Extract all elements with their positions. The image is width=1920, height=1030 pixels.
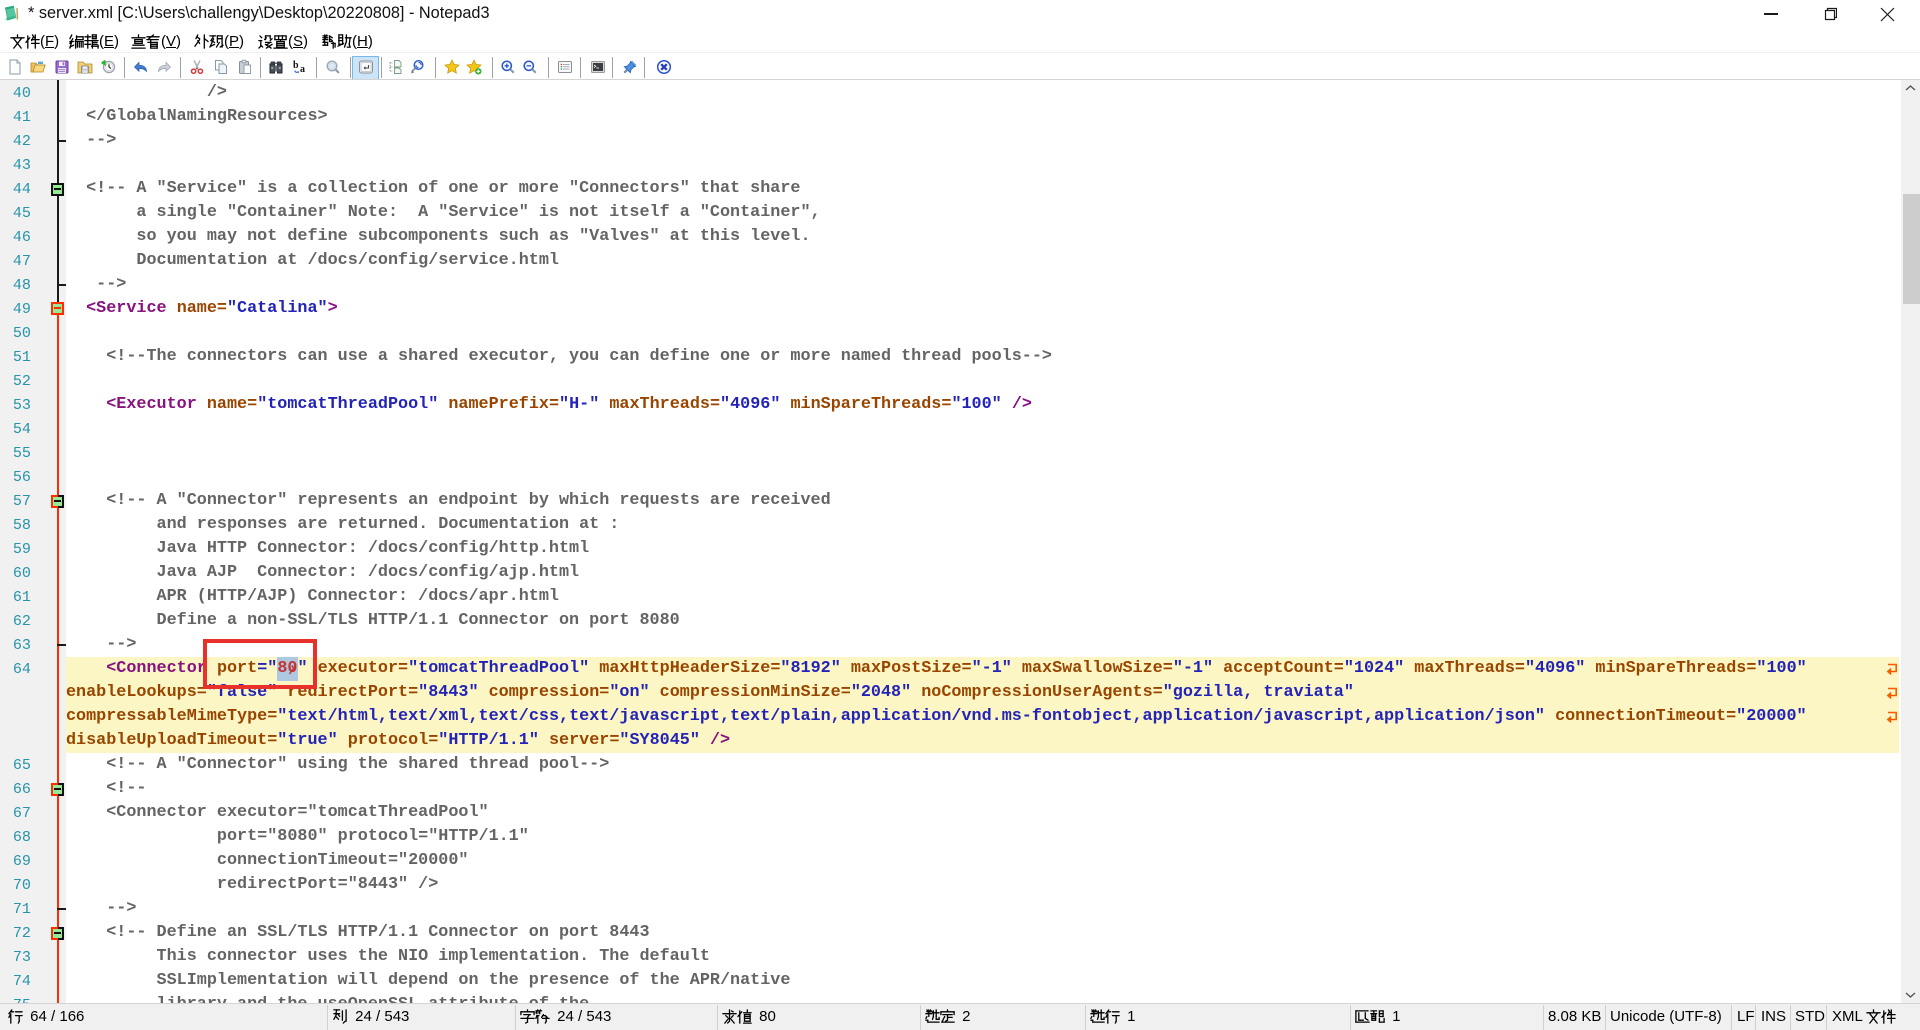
svg-text:b: b (293, 60, 299, 71)
svg-text:a: a (300, 64, 305, 75)
